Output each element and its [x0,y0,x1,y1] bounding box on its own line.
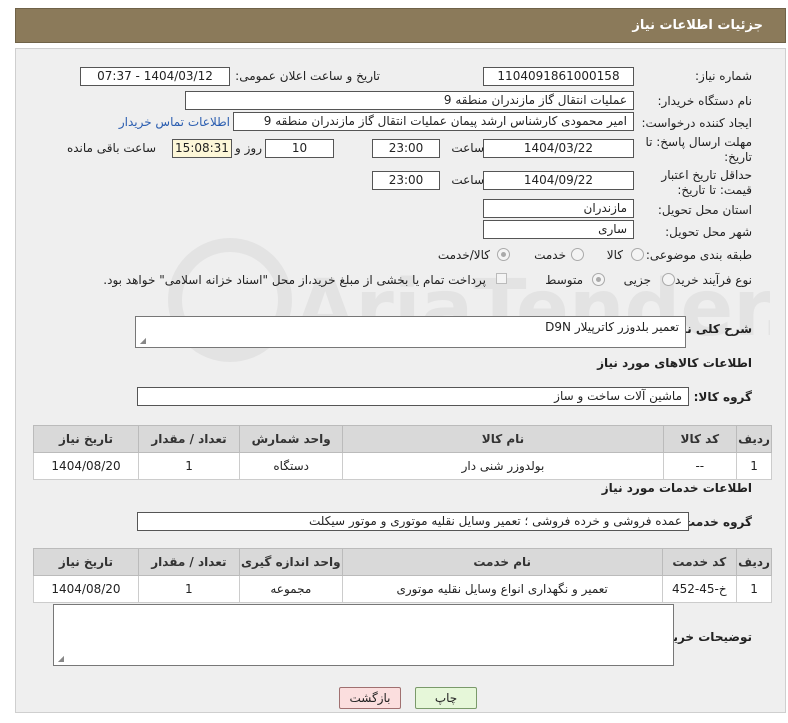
services-table: ردیف کد خدمت نام خدمت واحد اندازه گیری ت… [33,548,772,603]
goods-cell-date: 1404/08/20 [32,452,140,480]
services-group-label: گروه خدمت: [678,515,752,529]
general-description-field[interactable]: تعمیر بلدوزر کاترپیلار D9N ◢ [135,316,686,348]
services-group-field: عمده فروشی و خرده فروشی ؛ تعمیر وسایل نق… [137,512,689,531]
purchase-radio-minor[interactable] [662,273,675,286]
goods-col-row: ردیف [736,425,772,453]
goods-col-code: کد کالا [662,425,738,453]
remaining-time-field: 15:08:31 [172,139,232,158]
announce-datetime-label: تاریخ و ساعت اعلان عمومی: [235,69,380,83]
need-number-label: شماره نیاز: [695,69,752,83]
resize-grip-icon[interactable]: ◢ [56,655,64,663]
purchase-option-minor: جزیی [623,273,651,287]
category-option-goods-service: کالا/خدمت [437,248,490,262]
category-option-goods: کالا [606,248,623,262]
goods-col-date: تاریخ نیاز [32,425,140,453]
goods-col-name: نام کالا [342,425,664,453]
goods-section-title: اطلاعات کالاهای مورد نیاز [597,356,752,370]
general-description-text: تعمیر بلدوزر کاترپیلار D9N [545,320,679,334]
goods-cell-unit: دستگاه [239,452,344,480]
services-col-qty: تعداد / مقدار [137,548,240,576]
services-cell-qty: 1 [137,575,240,603]
price-validity-date-field: 1404/09/22 [483,171,634,190]
goods-cell-row: 1 [736,452,772,480]
back-button[interactable]: بازگشت [339,687,401,709]
services-col-code: کد خدمت [661,548,738,576]
services-table-header: ردیف کد خدمت نام خدمت واحد اندازه گیری ت… [33,548,772,576]
goods-group-field: ماشین آلات ساخت و ساز [137,387,689,406]
reply-deadline-time-field: 23:00 [372,139,440,158]
need-number-field: 1104091861000158 [483,67,634,86]
page-header: جزئیات اطلاعات نیاز [15,8,786,43]
reply-days-field: 10 [265,139,334,158]
purchase-radio-medium[interactable] [592,273,605,286]
table-row: 1 -- بولدوزر شنی دار دستگاه 1 1404/08/20 [32,452,772,480]
price-validity-time-field: 23:00 [372,171,440,190]
services-cell-code: خ-45-452 [661,575,738,603]
services-section-title: اطلاعات خدمات مورد نیاز [601,481,752,495]
treasury-payment-note: پرداخت تمام یا بخشی از مبلغ خرید،از محل … [103,273,486,287]
price-validity-label: حداقل تاریخ اعتبار قیمت: تا تاریخ: [661,168,752,197]
reply-days-label: روز و [235,141,262,155]
reply-deadline-label: مهلت ارسال پاسخ: تا تاریخ: [645,135,752,164]
services-cell-date: 1404/08/20 [33,575,139,603]
print-button[interactable]: چاپ [415,687,477,709]
goods-col-qty: تعداد / مقدار [138,425,241,453]
goods-col-unit: واحد شمارش [239,425,344,453]
buyer-org-label: نام دستگاه خریدار: [657,94,753,108]
table-row: 1 خ-45-452 تعمیر و نگهداری انواع وسایل ن… [33,575,772,603]
services-col-row: ردیف [736,548,772,576]
services-cell-row: 1 [736,575,772,603]
announce-datetime-field: 1404/03/12 - 07:37 [80,67,230,86]
reply-deadline-time-label: ساعت [451,141,484,155]
goods-group-label: گروه کالا: [693,390,752,404]
delivery-city-field: ساری [483,220,634,239]
category-radio-goods[interactable] [631,248,644,261]
delivery-province-field: مازندران [483,199,634,218]
delivery-province-label: استان محل تحویل: [657,203,752,217]
requester-field: امیر محمودی کارشناس ارشد پیمان عملیات ان… [233,112,634,131]
remaining-time-label: ساعت باقی مانده [66,141,156,155]
buyer-contact-link[interactable]: اطلاعات تماس خریدار [119,115,230,129]
buyer-notes-field[interactable]: ◢ [53,604,674,666]
goods-cell-qty: 1 [138,452,241,480]
goods-cell-name: بولدوزر شنی دار [342,452,664,480]
services-col-date: تاریخ نیاز [33,548,139,576]
services-cell-unit: مجموعه [238,575,343,603]
goods-table: ردیف کد کالا نام کالا واحد شمارش تعداد /… [32,425,772,480]
page-title: جزئیات اطلاعات نیاز [632,18,763,33]
purchase-option-medium: متوسط [545,273,583,287]
price-validity-time-label: ساعت [451,173,484,187]
category-radio-goods-service[interactable] [497,248,510,261]
buyer-org-field: عملیات انتقال گاز مازندران منطقه 9 [185,91,634,110]
category-option-service: خدمت [534,248,566,262]
goods-cell-code: -- [662,452,738,480]
requester-label: ایجاد کننده درخواست: [641,116,752,130]
purchase-type-label: نوع فرآیند خرید : [667,273,752,287]
services-cell-name: تعمیر و نگهداری انواع وسایل نقلیه موتوری [341,575,663,603]
reply-deadline-date-field: 1404/03/22 [483,139,634,158]
delivery-city-label: شهر محل تحویل: [665,225,752,239]
goods-table-header: ردیف کد کالا نام کالا واحد شمارش تعداد /… [32,425,772,453]
services-col-name: نام خدمت [341,548,663,576]
category-radio-service[interactable] [571,248,584,261]
treasury-payment-checkbox[interactable] [496,273,507,284]
category-label: طبقه بندی موضوعی: [645,248,752,262]
services-col-unit: واحد اندازه گیری [238,548,343,576]
resize-grip-icon[interactable]: ◢ [138,337,146,345]
